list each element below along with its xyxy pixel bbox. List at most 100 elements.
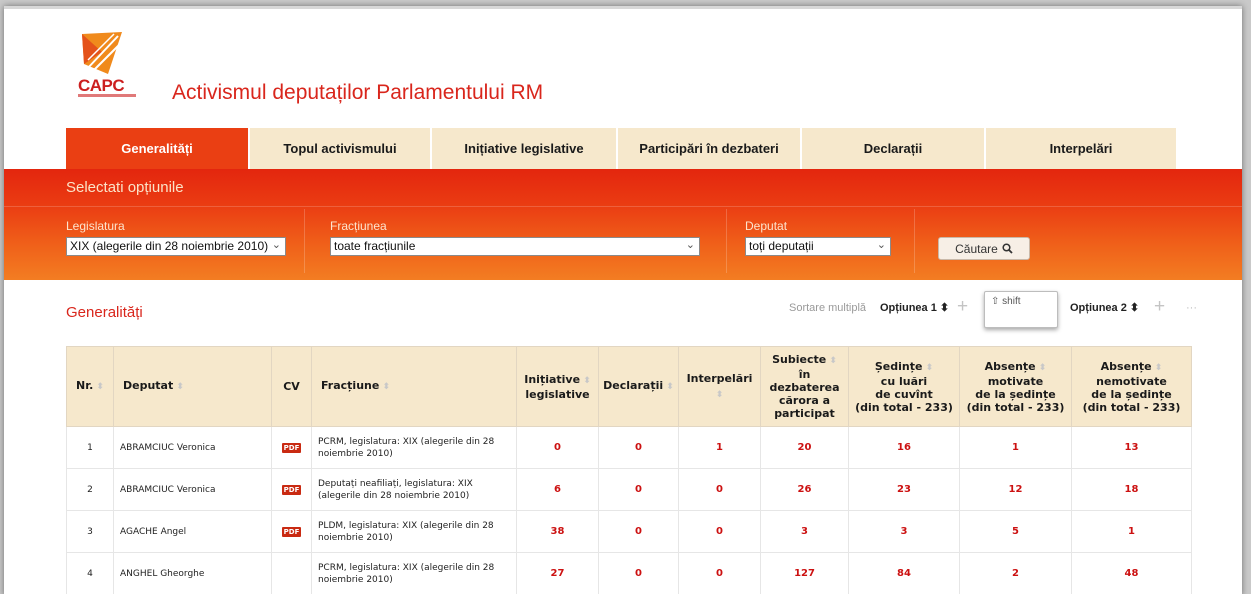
site-title: Activismul deputaților Parlamentului RM [172, 81, 544, 104]
cell-absente-nemotivate: 13 [1071, 426, 1192, 469]
cell-deputat[interactable]: ABRAMCIUC Veronica [113, 426, 272, 469]
cell-initiative: 6 [516, 468, 599, 511]
cell-deputat[interactable]: AGACHE Angel [113, 510, 272, 553]
cell-deputat[interactable]: ANGHEL Gheorghe [113, 552, 272, 594]
cell-absente-nemotivate: 48 [1071, 552, 1192, 594]
sort-option-2[interactable]: Opțiunea 2 ⬍ [1070, 301, 1139, 314]
deputat-group: Deputat toți deputații ⌄ [745, 219, 891, 256]
cell-absente-nemotivate: 18 [1071, 468, 1192, 511]
cell-subiecte: 3 [760, 510, 849, 553]
sort-option-1[interactable]: Opțiunea 1 ⬍ [880, 301, 949, 314]
tab-initiative-legislative[interactable]: Inițiative legislative [432, 128, 616, 169]
table-row: 2 ABRAMCIUC Veronica PDF Deputați neafiliaț… [66, 468, 1192, 511]
table-body: 1 ABRAMCIUC Veronica PDF PCRM, legislatura:… [66, 426, 1192, 594]
cell-absente-motivate: 12 [959, 468, 1072, 511]
column-header-nr[interactable]: Nr. ⬍ [66, 346, 114, 427]
column-header-text: în dezbaterea [769, 368, 840, 394]
table-row: 4 ANGHEL Gheorghe PCRM, legislatura: XIX (… [66, 552, 1192, 594]
cell-sedinte: 84 [848, 552, 960, 594]
add-sort-icon[interactable]: + [957, 296, 968, 318]
cell-sedinte: 16 [848, 426, 960, 469]
sort-arrow-icon: ⬍ [379, 382, 391, 392]
cell-initiative: 0 [516, 426, 599, 469]
deputat-value: toți deputații [749, 239, 814, 253]
fractiunea-label: Fracțiunea [330, 219, 387, 233]
cell-nr: 4 [66, 552, 114, 594]
legislatura-label: Legislatura [66, 219, 125, 233]
column-header-fractiune[interactable]: Fracțiune ⬍ [311, 346, 517, 427]
cell-nr: 1 [66, 426, 114, 469]
capc-logo[interactable]: CAPC [78, 30, 138, 100]
logo-mark-icon [82, 32, 123, 74]
deputies-table: Nr. ⬍ Deputat ⬍ CV Fracțiune ⬍ Inițiative ⬍ l… [66, 346, 1192, 594]
column-header-initiative[interactable]: Inițiative ⬍ legislative [516, 346, 599, 427]
column-header-deputat[interactable]: Deputat ⬍ [113, 346, 272, 427]
multi-sort-label: Sortare multiplă [789, 302, 867, 314]
column-header-text: (din total - 233) [966, 400, 1065, 414]
column-header-text: Absențe [984, 359, 1036, 373]
search-icon [1002, 243, 1013, 254]
table-row: 3 AGACHE Angel PDF PLDM, legislatura: XIX (… [66, 510, 1192, 553]
filter-divider [914, 209, 915, 273]
cell-fractiune: Deputați neafiliați, legislatura: XIX (a… [311, 468, 517, 511]
cell-absente-motivate: 1 [959, 426, 1072, 469]
main-tabs: Generalități Topul activismului Inițiati… [66, 128, 1178, 169]
cell-declaratii: 0 [598, 468, 679, 511]
filter-banner: Selectati opțiunile Legislatura XIX (ale… [4, 169, 1242, 280]
banner-divider [4, 206, 1242, 207]
pdf-icon[interactable]: PDF [281, 526, 302, 537]
fractiunea-select[interactable]: toate fracțiunile ⌄ [330, 237, 700, 256]
more-options-icon[interactable]: ··· [1186, 302, 1197, 314]
sort-arrow-icon: ⬍ [826, 356, 837, 366]
column-header-text: Interpelări [686, 371, 753, 385]
cell-fractiune: PCRM, legislatura: XIX (alegerile din 28… [311, 426, 517, 469]
column-header-text: de cuvînt [875, 387, 933, 401]
tab-participari-dezbateri[interactable]: Participări în dezbateri [618, 128, 800, 169]
cell-interpelari: 1 [678, 426, 761, 469]
column-header-subiecte[interactable]: Subiecte ⬍ în dezbaterea cărora a participa… [760, 346, 849, 427]
cell-absente-motivate: 5 [959, 510, 1072, 553]
column-header-text: Declarații [603, 379, 664, 392]
pdf-icon[interactable]: PDF [281, 484, 302, 495]
column-header-text: Ședințe [874, 359, 923, 373]
sort-arrow-icon: ⬍ [939, 302, 950, 314]
chevron-down-icon: ⌄ [876, 239, 886, 251]
fractiunea-value: toate fracțiunile [334, 239, 416, 253]
filter-divider [304, 209, 305, 273]
column-header-absente-motivate[interactable]: Absențe ⬍ motivate de la ședințe (din total… [959, 346, 1072, 427]
cell-initiative: 38 [516, 510, 599, 553]
pdf-icon[interactable]: PDF [281, 442, 302, 453]
column-header-text: legislative [525, 387, 590, 401]
column-header-text: (din total - 233) [1082, 400, 1181, 414]
cell-fractiune: PLDM, legislatura: XIX (alegerile din 28… [311, 510, 517, 553]
sort-arrow-icon: ⬍ [93, 382, 104, 392]
deputat-label: Deputat [745, 219, 788, 233]
column-header-text: Absențe [1100, 359, 1152, 373]
sort-arrow-icon: ⬍ [1129, 302, 1140, 314]
column-header-interpelari[interactable]: Interpelări ⬍ [678, 346, 761, 427]
cell-deputat[interactable]: ABRAMCIUC Veronica [113, 468, 272, 511]
column-header-absente-nemotivate[interactable]: Absențe ⬍ nemotivate de la ședințe (din tot… [1071, 346, 1192, 427]
deputat-select[interactable]: toți deputații ⌄ [745, 237, 891, 256]
cell-fractiune: PCRM, legislatura: XIX (alegerile din 28… [311, 552, 517, 594]
tab-declaratii[interactable]: Declarații [802, 128, 984, 169]
add-sort-icon[interactable]: + [1154, 296, 1165, 318]
column-header-declaratii[interactable]: Declarații ⬍ [598, 346, 679, 427]
chevron-down-icon: ⌄ [271, 239, 281, 251]
table-row: 1 ABRAMCIUC Veronica PDF PCRM, legislatura:… [66, 426, 1192, 469]
frame-top-edge [4, 6, 1242, 9]
cell-declaratii: 0 [598, 552, 679, 594]
column-header-sedinte[interactable]: Ședințe ⬍ cu luări de cuvînt (din total - 2… [848, 346, 960, 427]
fractiunea-group: Fracțiunea toate fracțiunile ⌄ [330, 219, 700, 256]
column-header-text: motivate [987, 374, 1044, 388]
tab-generalitati[interactable]: Generalități [66, 128, 248, 169]
cell-interpelari: 0 [678, 468, 761, 511]
tab-interpelari[interactable]: Interpelări [986, 128, 1176, 169]
tab-topul-activismului[interactable]: Topul activismului [250, 128, 430, 169]
legislatura-select[interactable]: XIX (alegerile din 28 noiembrie 2010) ⌄ [66, 237, 286, 256]
table-header-row: Nr. ⬍ Deputat ⬍ CV Fracțiune ⬍ Inițiative ⬍ l… [66, 346, 1192, 427]
sort-arrow-icon: ⬍ [1035, 362, 1047, 373]
search-button[interactable]: Căutare [938, 237, 1030, 260]
cell-cv: PDF [271, 510, 312, 553]
legislatura-group: Legislatura XIX (alegerile din 28 noiemb… [66, 219, 286, 256]
